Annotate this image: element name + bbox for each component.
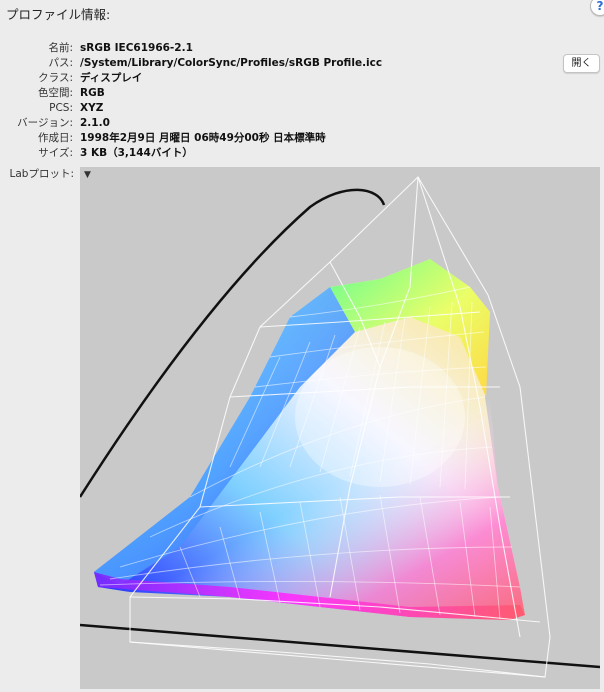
profile-info-title: プロファイル情報: [6, 7, 111, 22]
info-value: XYZ [80, 102, 104, 114]
info-value: 3 KB（3,144バイト） [80, 147, 193, 159]
info-label: 作成日: [37, 132, 73, 144]
info-label: バージョン: [17, 117, 73, 129]
info-label: サイズ: [38, 147, 73, 159]
plot-menu-toggle[interactable]: ▼ [84, 170, 91, 180]
lab-plot-view[interactable]: ▼ [80, 167, 600, 689]
open-button[interactable]: 開く [563, 54, 600, 73]
lab-plot-label: Labプロット: [9, 168, 75, 180]
info-value: RGB [80, 87, 105, 99]
info-value: 1998年2月9日 月曜日 06時49分00秒 日本標準時 [80, 132, 326, 144]
help-button[interactable]: ? [590, 0, 604, 16]
info-value: /System/Library/ColorSync/Profiles/sRGB … [80, 57, 383, 69]
info-value: ディスプレイ [80, 72, 143, 84]
info-label: パス: [48, 57, 73, 69]
info-label: PCS: [49, 102, 73, 114]
lab-gamut-graphic [80, 176, 600, 678]
info-value: 2.1.0 [80, 117, 110, 129]
info-label: クラス: [38, 72, 73, 84]
info-value: sRGB IEC61966-2.1 [80, 42, 193, 54]
info-label: 色空間: [37, 87, 73, 99]
info-label: 名前: [48, 42, 73, 54]
